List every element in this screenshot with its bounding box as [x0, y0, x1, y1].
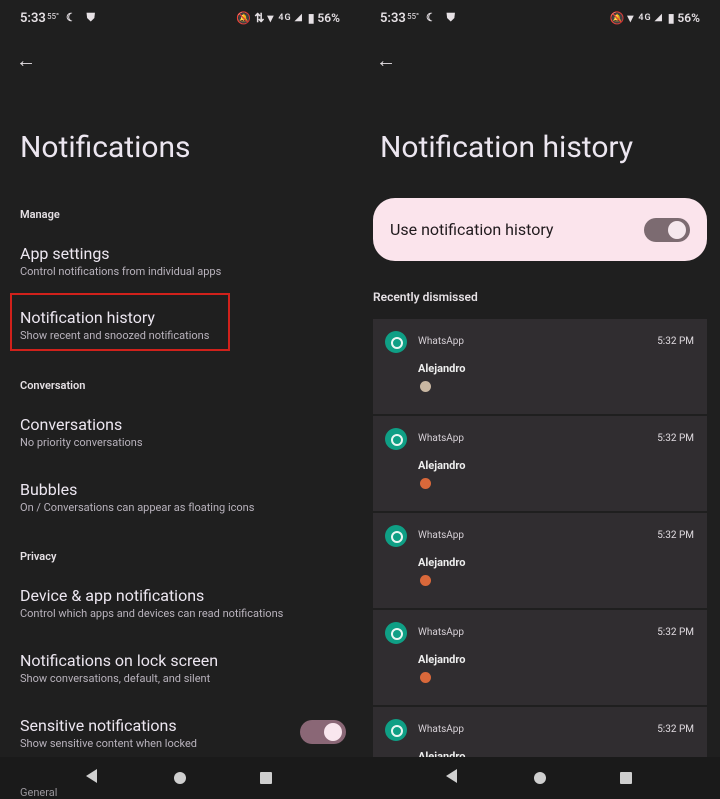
- status-moon-shield-icons: ☾ ⛊: [66, 11, 99, 24]
- whatsapp-icon: [385, 331, 407, 353]
- notification-app-name: WhatsApp: [418, 433, 465, 444]
- whatsapp-icon: [385, 428, 407, 450]
- settings-item-sensitive-notifications[interactable]: Sensitive notifications Show sensitive c…: [20, 716, 340, 752]
- back-arrow-icon[interactable]: ←: [14, 48, 38, 72]
- item-subtitle: Control which apps and devices can read …: [20, 607, 284, 620]
- status-right-group: 🔕 ▾ 4G ◢ ▮ 56%: [609, 11, 700, 25]
- status-right-group: 🔕 ⇅ ▾ 4G ◢ ▮ 56%: [236, 11, 340, 25]
- status-time: 5:33: [20, 11, 46, 26]
- emoji-icon: [420, 381, 431, 392]
- item-title: Conversations: [20, 415, 123, 434]
- nav-home-icon[interactable]: [534, 772, 546, 784]
- settings-item-app-settings[interactable]: App settings Control notifications from …: [20, 244, 340, 280]
- nav-home-icon[interactable]: [174, 772, 186, 784]
- item-title: Notification history: [20, 308, 155, 327]
- page-title: Notifications: [20, 130, 191, 165]
- notification-time: 5:32 PM: [657, 627, 694, 638]
- status-system-icons: 🔕 ⇅ ▾: [236, 11, 274, 25]
- toggle-knob: [668, 221, 686, 239]
- status-temperature: 55°: [47, 12, 59, 21]
- section-conversation: Conversation: [20, 379, 86, 392]
- sensitive-notifications-toggle[interactable]: [300, 720, 346, 744]
- section-privacy: Privacy: [20, 550, 57, 563]
- back-arrow-icon[interactable]: ←: [374, 48, 398, 72]
- status-bar: 5:33 55° ☾ ⛊ 🔕 ▾ 4G ◢ ▮ 56%: [360, 0, 720, 34]
- notification-time: 5:32 PM: [657, 530, 694, 541]
- item-subtitle: On / Conversations can appear as floatin…: [20, 501, 255, 514]
- status-temperature: 55°: [407, 12, 419, 21]
- notification-sender: Alejandro: [418, 362, 466, 375]
- nav-back-icon[interactable]: [446, 769, 457, 783]
- nav-back-icon[interactable]: [86, 769, 97, 783]
- battery-level: ▮ 56%: [307, 11, 340, 25]
- notification-app-name: WhatsApp: [418, 627, 465, 638]
- item-subtitle: Show conversations, default, and silent: [20, 672, 211, 685]
- notification-item[interactable]: WhatsApp 5:32 PM Alejandro: [373, 416, 707, 513]
- use-notification-history-toggle[interactable]: [644, 218, 690, 242]
- recently-dismissed-header: Recently dismissed: [373, 290, 478, 304]
- notification-time: 5:32 PM: [657, 433, 694, 444]
- signal-icon: 4G ◢: [638, 13, 663, 23]
- toggle-knob: [324, 723, 342, 741]
- notification-sender: Alejandro: [418, 459, 466, 472]
- settings-item-lock-screen[interactable]: Notifications on lock screen Show conver…: [20, 651, 340, 687]
- section-manage: Manage: [20, 208, 60, 221]
- notifications-screen: 5:33 55° ☾ ⛊ 🔕 ⇅ ▾ 4G ◢ ▮ 56% ← Notifica…: [0, 0, 360, 799]
- navigation-bar: [360, 757, 720, 799]
- notification-list: WhatsApp 5:32 PM Alejandro WhatsApp 5:32…: [373, 319, 707, 799]
- status-time: 5:33: [380, 11, 406, 26]
- notification-app-name: WhatsApp: [418, 336, 465, 347]
- settings-item-device-app-notifications[interactable]: Device & app notifications Control which…: [20, 586, 340, 622]
- section-general: General: [20, 786, 58, 799]
- settings-item-notification-history[interactable]: Notification history Show recent and sno…: [20, 308, 340, 344]
- notification-app-name: WhatsApp: [418, 530, 465, 541]
- notification-time: 5:32 PM: [657, 336, 694, 347]
- settings-item-bubbles[interactable]: Bubbles On / Conversations can appear as…: [20, 480, 340, 516]
- basketball-emoji-icon: [420, 478, 431, 489]
- notification-sender: Alejandro: [418, 653, 466, 666]
- signal-icon: 4G ◢: [278, 13, 303, 23]
- item-subtitle: Show recent and snoozed notifications: [20, 329, 210, 342]
- nav-recents-icon[interactable]: [620, 772, 632, 784]
- item-title: Notifications on lock screen: [20, 651, 219, 670]
- item-subtitle: No priority conversations: [20, 436, 143, 449]
- use-notification-history-label: Use notification history: [390, 220, 554, 239]
- status-moon-shield-icons: ☾ ⛊: [426, 11, 459, 24]
- whatsapp-icon: [385, 622, 407, 644]
- settings-item-conversations[interactable]: Conversations No priority conversations: [20, 415, 340, 451]
- battery-level: ▮ 56%: [667, 11, 700, 25]
- status-bar: 5:33 55° ☾ ⛊ 🔕 ⇅ ▾ 4G ◢ ▮ 56%: [0, 0, 360, 34]
- notification-time: 5:32 PM: [657, 724, 694, 735]
- basketball-emoji-icon: [420, 575, 431, 586]
- whatsapp-icon: [385, 525, 407, 547]
- item-subtitle: Show sensitive content when locked: [20, 737, 197, 750]
- item-subtitle: Control notifications from individual ap…: [20, 265, 222, 278]
- item-title: Device & app notifications: [20, 586, 205, 605]
- nav-recents-icon[interactable]: [260, 772, 272, 784]
- whatsapp-icon: [385, 719, 407, 741]
- basketball-emoji-icon: [420, 672, 431, 683]
- notification-item[interactable]: WhatsApp 5:32 PM Alejandro: [373, 610, 707, 707]
- notification-history-screen: 5:33 55° ☾ ⛊ 🔕 ▾ 4G ◢ ▮ 56% ← Notificati…: [360, 0, 720, 799]
- notification-app-name: WhatsApp: [418, 724, 465, 735]
- notification-sender: Alejandro: [418, 556, 466, 569]
- item-title: Bubbles: [20, 480, 78, 499]
- page-title: Notification history: [380, 130, 634, 165]
- notification-item[interactable]: WhatsApp 5:32 PM Alejandro: [373, 319, 707, 416]
- item-title: App settings: [20, 244, 110, 263]
- status-system-icons: 🔕 ▾: [609, 11, 634, 25]
- item-title: Sensitive notifications: [20, 716, 177, 735]
- notification-item[interactable]: WhatsApp 5:32 PM Alejandro: [373, 513, 707, 610]
- use-notification-history-card[interactable]: Use notification history: [373, 198, 707, 261]
